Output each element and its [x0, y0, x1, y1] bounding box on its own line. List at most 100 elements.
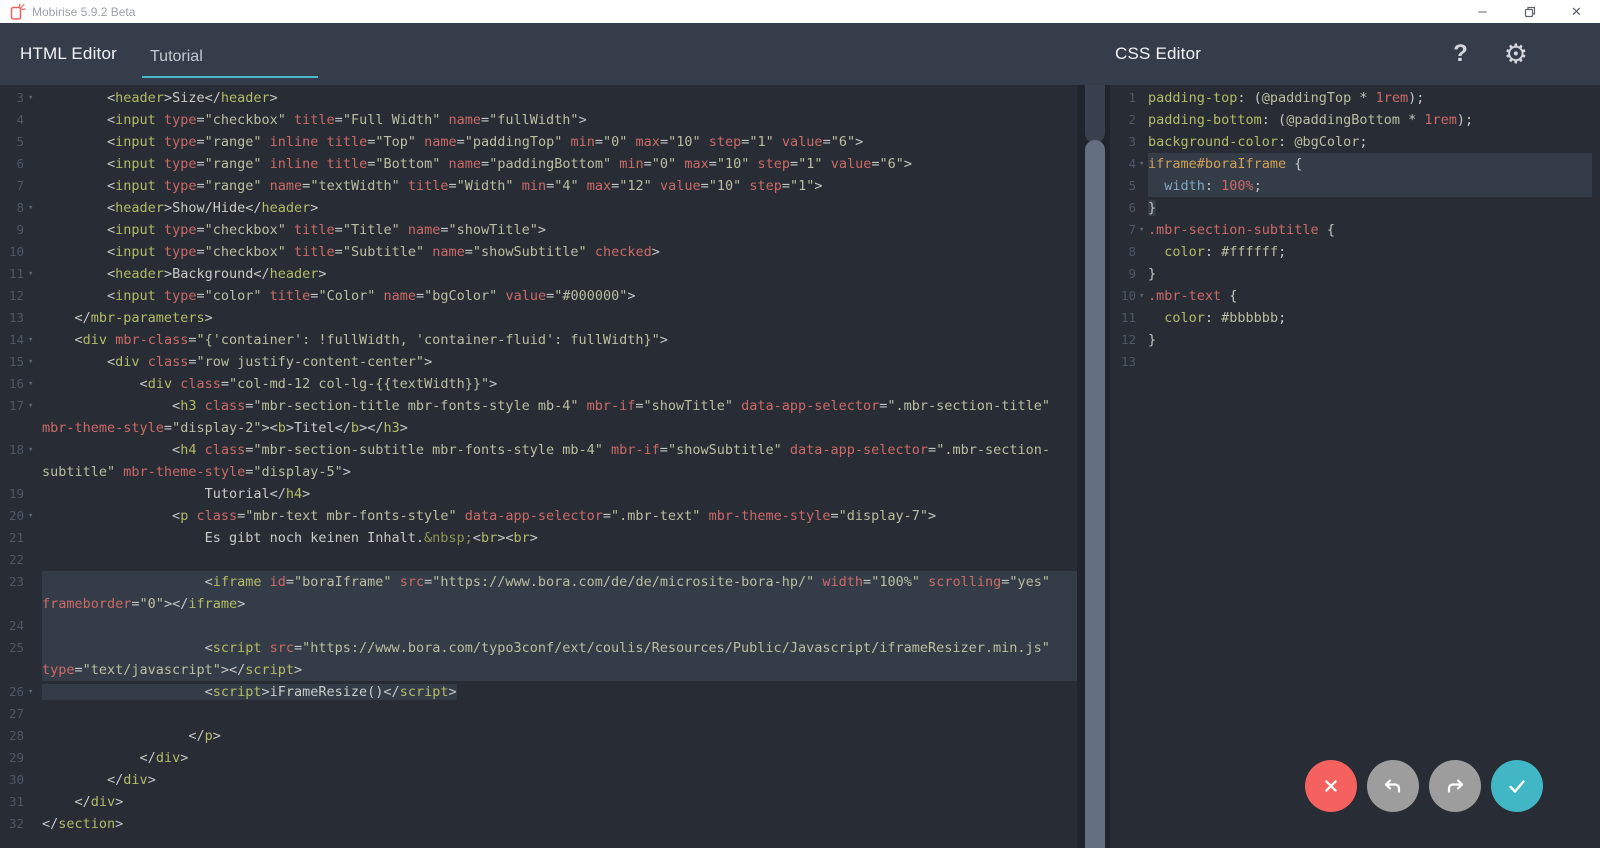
code-line[interactable]: 6 <input type="range" inline title="Bott… [0, 153, 1077, 175]
undo-button[interactable] [1367, 760, 1419, 812]
code-line[interactable]: 15 ▾ <div class="row justify-content-cent… [0, 351, 1077, 373]
code-line[interactable]: 7 ▾ .mbr-section-subtitle { [1110, 219, 1600, 241]
fold-arrow-icon[interactable]: ▾ [24, 395, 42, 417]
close-button[interactable]: ✕ [1553, 0, 1600, 23]
code-line[interactable]: 24 [0, 615, 1077, 637]
code-line[interactable]: 30 </div> [0, 769, 1077, 791]
code-line[interactable]: 3 ▾ <header>Size</header> [0, 87, 1077, 109]
code-line[interactable]: 13 [1110, 351, 1600, 373]
fold-arrow-icon[interactable]: ▾ [24, 263, 42, 285]
code-line[interactable]: 17 ▾ <h3 class = "mbr-section-title mbr-fon… [0, 395, 1077, 417]
code-token: mbr-theme-style [708, 508, 831, 524]
code-line[interactable]: subtitle" mbr-theme-style="display-5"> [0, 461, 1077, 483]
code-token: < [107, 90, 116, 106]
minimize-button[interactable]: – [1459, 0, 1506, 23]
code-line[interactable]: 11 ▾ <header>Background</header> [0, 263, 1077, 285]
tab-tutorial[interactable]: Tutorial [142, 48, 318, 78]
code-line[interactable]: 20 ▾ <p class="mbr-text mbr-fonts-style" … [0, 505, 1077, 527]
code-line[interactable]: frameborder="0"></iframe> [0, 593, 1077, 615]
code-line[interactable]: 9 <input type="checkbox" title="Title" n… [0, 219, 1077, 241]
code-line[interactable]: 23 <iframe id="boraIframe" src="https://… [0, 571, 1077, 593]
code-line[interactable]: 5 <input type="range" inline title="Top"… [0, 131, 1077, 153]
code-text: <div class="col-md-12 col-lg-{{textWidth… [42, 373, 1077, 395]
code-line[interactable]: 32 </section> [0, 813, 1077, 835]
code-line[interactable]: 22 [0, 549, 1077, 571]
code-line[interactable]: type="text/javascript"></script> [0, 659, 1077, 681]
code-line[interactable]: 1 padding-top: (@paddingTop * 1rem); [1110, 87, 1600, 109]
code-line[interactable]: 7 <input type="range" name="textWidth" t… [0, 175, 1077, 197]
code-line[interactable]: 8 color: #ffffff; [1110, 241, 1600, 263]
scrollbar-track[interactable] [1085, 85, 1105, 143]
html-code-editor[interactable]: 3 ▾ <header>Size</header> 4 <input type="c… [0, 85, 1077, 848]
code-line[interactable]: 8 ▾ <header>Show/Hide</header> [0, 197, 1077, 219]
redo-button[interactable] [1429, 760, 1481, 812]
fold-arrow-icon[interactable]: ▾ [24, 197, 42, 219]
code-token: > [180, 750, 189, 766]
code-token: < [107, 178, 116, 194]
code-text: subtitle" mbr-theme-style="display-5"> [42, 461, 1077, 483]
code-text: .mbr-section-subtitle { [1148, 219, 1592, 241]
fold-arrow-icon[interactable]: ▾ [24, 351, 42, 373]
css-code-editor[interactable]: 1 padding-top: (@paddingTop * 1rem); 2 padd… [1110, 85, 1600, 848]
fold-arrow-icon[interactable]: ▾ [1136, 219, 1148, 241]
code-line[interactable]: 10 <input type="checkbox" title="Subtitl… [0, 241, 1077, 263]
line-number: 19 [8, 486, 24, 501]
code-line[interactable]: 12 <input type="color" title="Color" nam… [0, 285, 1077, 307]
code-line[interactable]: 25 <script src="https://www.bora.com/typ… [0, 637, 1077, 659]
code-line[interactable]: 29 </div> [0, 747, 1077, 769]
code-line[interactable]: 19 Tutorial</h4> [0, 483, 1077, 505]
code-token: 1rem [1375, 90, 1409, 106]
code-line[interactable]: 11 color: #bbbbbb; [1110, 307, 1600, 329]
code-line[interactable]: 31 </div> [0, 791, 1077, 813]
code-line[interactable]: 10 ▾ .mbr-text { [1110, 285, 1600, 307]
help-icon[interactable]: ? [1453, 42, 1468, 66]
code-line[interactable]: 3 background-color: @bgColor; [1110, 131, 1600, 153]
fold-arrow-icon[interactable]: ▾ [1136, 153, 1148, 175]
line-number: 16 [8, 376, 24, 391]
code-text: <div mbr-class="{'container': !fullWidth… [42, 329, 1077, 351]
code-token: value [830, 156, 872, 172]
fold-arrow-icon[interactable]: ▾ [24, 87, 42, 109]
code-line[interactable]: 27 [0, 703, 1077, 725]
fold-arrow-icon[interactable]: ▾ [24, 373, 42, 395]
fold-arrow-icon[interactable]: ▾ [1136, 285, 1148, 307]
code-token: = [334, 112, 343, 128]
code-token: value [659, 178, 701, 194]
code-line[interactable]: 6} [1110, 197, 1600, 219]
code-line[interactable]: 18 ▾ <h4 class = "mbr-section-subtitle mbr-… [0, 439, 1077, 461]
code-token: > [448, 684, 457, 700]
restore-button[interactable] [1506, 0, 1553, 23]
code-line[interactable]: mbr-theme-style="display-2"><b>Titel</b>… [0, 417, 1077, 439]
code-token: inline [269, 134, 319, 150]
cancel-button[interactable] [1305, 760, 1357, 812]
apply-button[interactable] [1491, 760, 1543, 812]
code-token: </ [74, 310, 91, 326]
code-token: = [928, 442, 937, 458]
code-line[interactable]: 4 ▾ iframe#boraIframe { [1110, 153, 1600, 175]
fold-arrow-icon[interactable]: ▾ [24, 439, 42, 461]
code-line[interactable]: 13 </mbr-parameters> [0, 307, 1077, 329]
code-line[interactable]: 14 ▾ <div mbr-class="{'container': !fullW… [0, 329, 1077, 351]
code-line[interactable]: 21 Es gibt noch keinen Inhalt.&nbsp;<br>… [0, 527, 1077, 549]
code-line[interactable]: 28 </p> [0, 725, 1077, 747]
fold-arrow-icon[interactable]: ▾ [24, 681, 42, 703]
code-line[interactable]: 12} [1110, 329, 1600, 351]
code-line[interactable]: 26 ▾ <script>iFrameResize()</script> [0, 681, 1077, 703]
code-line[interactable]: 2 padding-bottom: (@paddingBottom * 1rem)… [1110, 109, 1600, 131]
code-line[interactable]: 9} [1110, 263, 1600, 285]
settings-icon[interactable]: ⚙ [1504, 40, 1528, 68]
code-line[interactable]: 4 <input type="checkbox" title="Full Wid… [0, 109, 1077, 131]
code-line[interactable]: 16 ▾ <div class="col-md-12 col-lg-{{textW… [0, 373, 1077, 395]
code-line[interactable]: 5 width: 100%; [1110, 175, 1600, 197]
fold-arrow-icon[interactable]: ▾ [24, 329, 42, 351]
scrollbar-thumb[interactable] [1085, 140, 1105, 848]
fold-arrow-icon[interactable]: ▾ [24, 505, 42, 527]
